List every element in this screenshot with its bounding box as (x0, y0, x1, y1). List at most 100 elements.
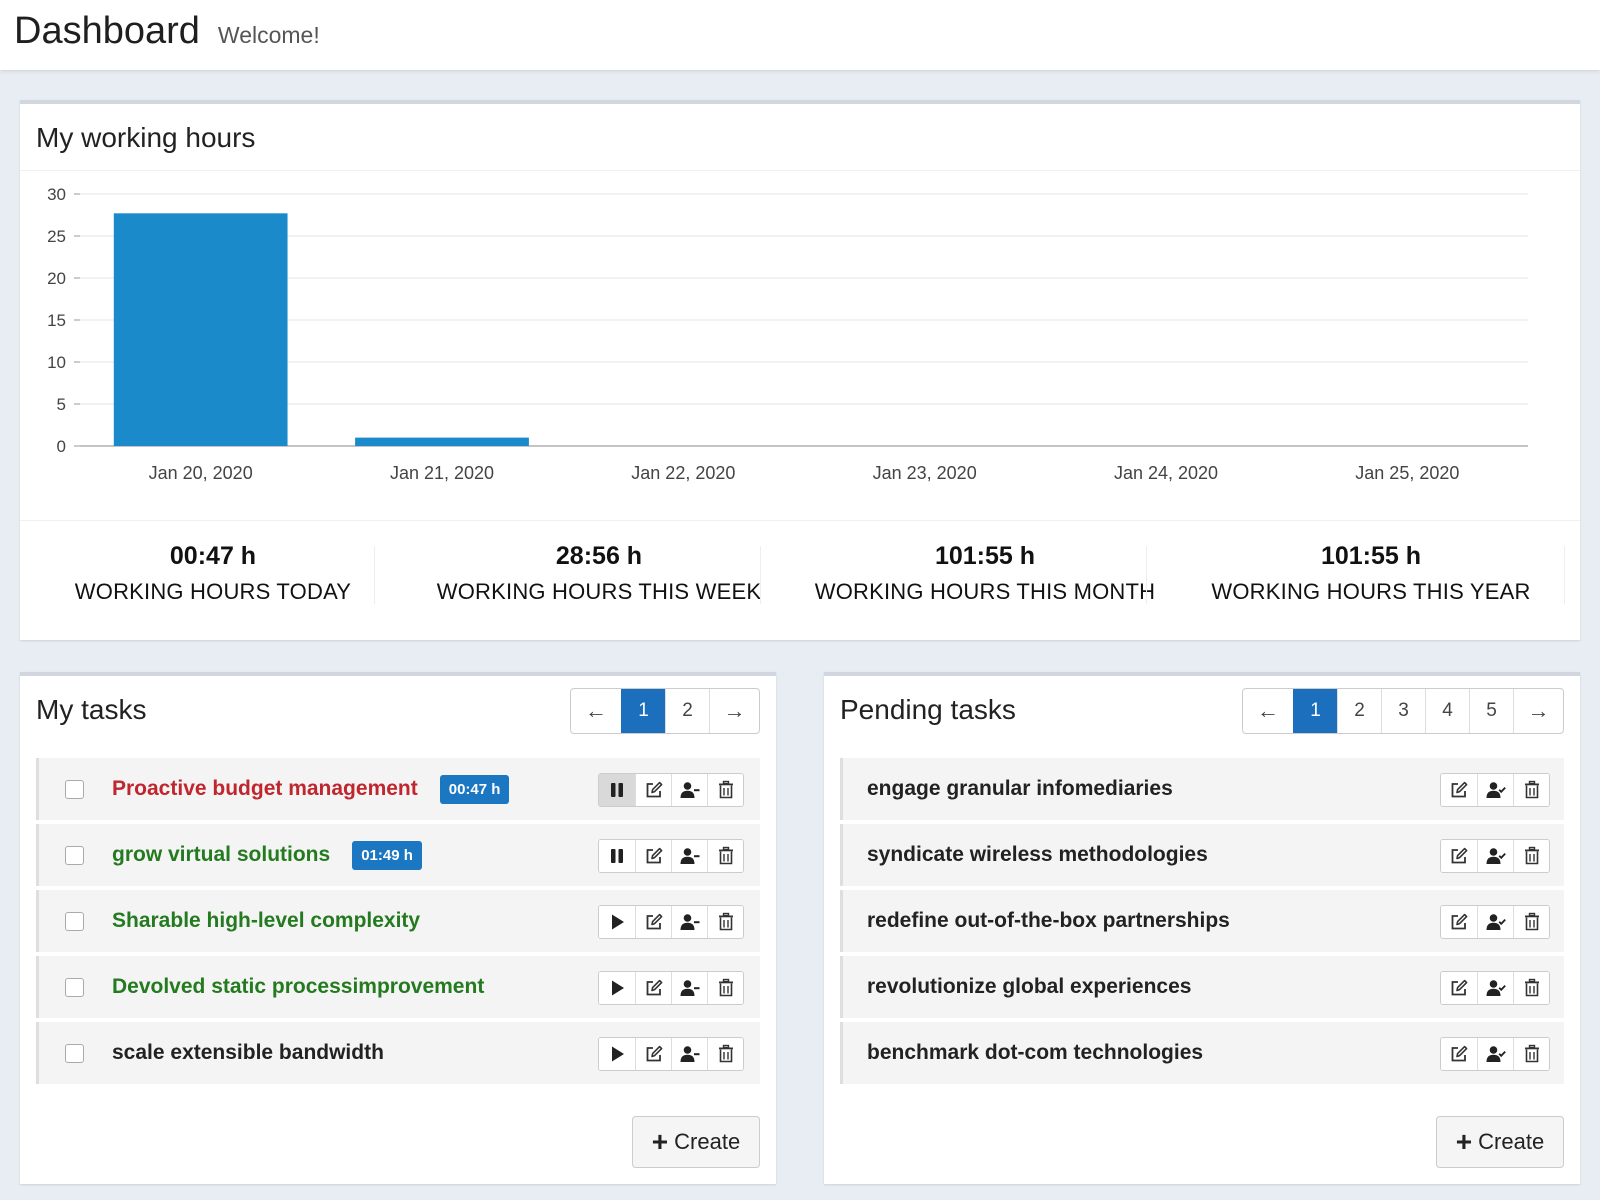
stat-value: 101:55 h (1320, 542, 1422, 570)
pending-task-list: engage granular infomediaries syndicate w… (840, 758, 1564, 1088)
assign-user-button[interactable] (1477, 774, 1513, 806)
task-row: Devolved static processimprovement (36, 956, 760, 1018)
edit-button[interactable] (635, 972, 671, 1004)
task-actions (598, 773, 744, 807)
task-checkbox[interactable] (65, 977, 84, 997)
create-pending-task-button[interactable]: + Create (1436, 1116, 1564, 1168)
assign-user-button[interactable] (1477, 1038, 1513, 1070)
task-actions (598, 905, 744, 939)
my-tasks-panel: My tasks ← 1 2 → Proactive budget manage… (20, 672, 776, 1184)
task-row: scale extensible bandwidth (36, 1022, 760, 1084)
x-tick-label: Jan 21, 2020 (390, 463, 494, 483)
trash-icon (1522, 846, 1542, 866)
working-hours-title: My working hours (36, 122, 256, 153)
edit-button[interactable] (1441, 774, 1477, 806)
pause-button[interactable] (599, 840, 635, 872)
edit-button[interactable] (1441, 840, 1477, 872)
assign-user-icon (1486, 780, 1506, 800)
trash-button[interactable] (707, 1038, 743, 1070)
pager-page-5[interactable]: 5 (1469, 689, 1513, 733)
trash-icon (1522, 978, 1542, 998)
task-name[interactable]: Sharable high-level complexity (112, 909, 420, 933)
pager-next-button[interactable]: → (1513, 689, 1563, 733)
task-name[interactable]: engage granular infomediaries (867, 777, 1173, 801)
trash-button[interactable] (1513, 1038, 1549, 1070)
stat-today: 00:47 h WORKING HOURS TODAY (20, 542, 406, 605)
pager-prev-button[interactable]: ← (1243, 689, 1293, 733)
pause-button[interactable] (599, 774, 635, 806)
task-checkbox[interactable] (65, 911, 84, 931)
pager-page-2[interactable]: 2 (665, 689, 709, 733)
trash-button[interactable] (707, 774, 743, 806)
top-header: Dashboard Welcome! (0, 0, 1600, 70)
play-button[interactable] (599, 972, 635, 1004)
edit-icon (1449, 912, 1469, 932)
pager-page-1[interactable]: 1 (1293, 689, 1337, 733)
trash-button[interactable] (1513, 840, 1549, 872)
play-button[interactable] (599, 1038, 635, 1070)
trash-button[interactable] (707, 972, 743, 1004)
trash-icon (716, 780, 736, 800)
pager-page-3[interactable]: 3 (1381, 689, 1425, 733)
assign-user-button[interactable] (1477, 906, 1513, 938)
bar-1 (113, 213, 288, 446)
stat-label: WORKING HOURS THIS WEEK (436, 579, 762, 604)
trash-icon (716, 912, 736, 932)
pause-icon (607, 846, 627, 866)
unassign-user-button[interactable] (671, 972, 707, 1004)
y-tick-label: 25 (47, 227, 66, 246)
stat-month: 101:55 h WORKING HOURS THIS MONTH (792, 542, 1178, 605)
edit-button[interactable] (635, 774, 671, 806)
task-row: benchmark dot-com technologies (840, 1022, 1564, 1084)
pager-prev-button[interactable]: ← (571, 689, 621, 733)
my-tasks-pagination: ← 1 2 → (570, 688, 760, 734)
unassign-user-icon (680, 1044, 700, 1064)
task-name[interactable]: Proactive budget management (112, 777, 418, 801)
edit-icon (1449, 978, 1469, 998)
task-checkbox[interactable] (65, 779, 84, 799)
task-checkbox[interactable] (65, 845, 84, 865)
assign-user-button[interactable] (1477, 840, 1513, 872)
unassign-user-button[interactable] (671, 840, 707, 872)
edit-icon (1449, 780, 1469, 800)
trash-button[interactable] (1513, 906, 1549, 938)
unassign-user-button[interactable] (671, 906, 707, 938)
create-task-button[interactable]: + Create (632, 1116, 760, 1168)
pager-page-2[interactable]: 2 (1337, 689, 1381, 733)
assign-user-button[interactable] (1477, 972, 1513, 1004)
edit-button[interactable] (635, 1038, 671, 1070)
trash-button[interactable] (707, 906, 743, 938)
edit-button[interactable] (1441, 906, 1477, 938)
trash-button[interactable] (1513, 972, 1549, 1004)
y-tick-label: 20 (47, 269, 66, 288)
unassign-user-button[interactable] (671, 774, 707, 806)
task-row: grow virtual solutions 01:49 h (36, 824, 760, 886)
task-name[interactable]: revolutionize global experiences (867, 975, 1191, 999)
edit-button[interactable] (635, 840, 671, 872)
task-name[interactable]: benchmark dot-com technologies (867, 1041, 1203, 1065)
play-button[interactable] (599, 906, 635, 938)
x-tick-label: Jan 22, 2020 (631, 463, 735, 483)
pager-next-button[interactable]: → (709, 689, 759, 733)
stat-separator (1564, 546, 1565, 604)
task-name[interactable]: scale extensible bandwidth (112, 1041, 384, 1065)
task-checkbox[interactable] (65, 1043, 84, 1063)
unassign-user-button[interactable] (671, 1038, 707, 1070)
stat-separator (374, 546, 375, 604)
trash-button[interactable] (1513, 774, 1549, 806)
task-name[interactable]: grow virtual solutions (112, 843, 330, 867)
edit-button[interactable] (635, 906, 671, 938)
trash-button[interactable] (707, 840, 743, 872)
x-tick-label: Jan 23, 2020 (873, 463, 977, 483)
pager-page-1[interactable]: 1 (621, 689, 665, 733)
task-row: engage granular infomediaries (840, 758, 1564, 820)
task-name[interactable]: Devolved static processimprovement (112, 975, 484, 999)
task-name[interactable]: redefine out-of-the-box partnerships (867, 909, 1230, 933)
y-tick-label: 10 (47, 353, 66, 372)
edit-button[interactable] (1441, 1038, 1477, 1070)
pager-page-4[interactable]: 4 (1425, 689, 1469, 733)
edit-button[interactable] (1441, 972, 1477, 1004)
trash-icon (1522, 1044, 1542, 1064)
unassign-user-icon (680, 780, 700, 800)
task-name[interactable]: syndicate wireless methodologies (867, 843, 1208, 867)
